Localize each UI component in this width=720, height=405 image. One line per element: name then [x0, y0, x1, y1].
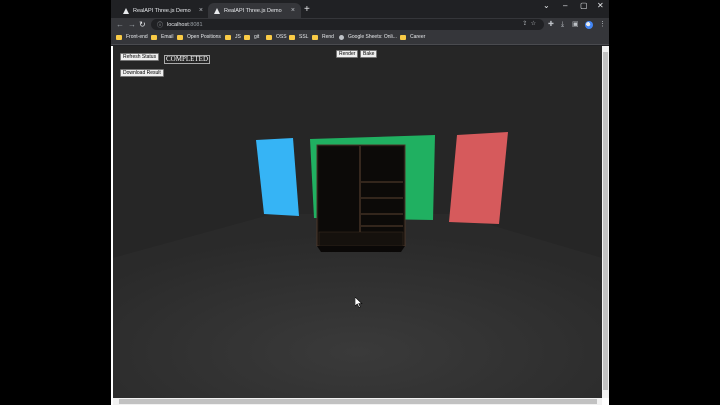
browser-window: RealAPI Three.js Demo × RealAPI Three.js…: [111, 0, 609, 405]
reload-icon[interactable]: ↻: [139, 19, 146, 31]
extensions-icon[interactable]: ✚: [548, 19, 554, 31]
menu-kebab-icon[interactable]: ⋮: [599, 19, 606, 31]
close-tab-icon[interactable]: ×: [291, 7, 295, 14]
folder-icon: [266, 34, 272, 40]
page-viewport: Refresh Status COMPLETED Download Result…: [111, 46, 609, 405]
threejs-favicon-icon: [214, 7, 220, 14]
folder-icon: [116, 34, 122, 40]
status-value: COMPLETED: [164, 55, 210, 64]
bookmark-item[interactable]: Front-end: [116, 34, 148, 40]
tab-search-chevron-icon[interactable]: ⌄: [543, 1, 550, 11]
new-tab-icon[interactable]: +: [304, 3, 310, 17]
bookmark-label: JS: [235, 34, 241, 40]
bookmark-item[interactable]: Email: [151, 34, 174, 40]
close-tab-icon[interactable]: ×: [199, 7, 203, 14]
browser-tab[interactable]: RealAPI Three.js Demo ×: [117, 3, 209, 18]
bookmark-item[interactable]: git: [244, 34, 259, 40]
bookmark-label: Career: [410, 34, 426, 40]
scrollbar-thumb[interactable]: [603, 52, 608, 390]
url-port: :8081: [188, 21, 203, 28]
mouse-pointer-icon: [355, 297, 363, 308]
download-result-button[interactable]: Download Result: [120, 69, 164, 77]
scrollbar-thumb[interactable]: [119, 399, 597, 404]
render-button[interactable]: Render: [336, 50, 359, 58]
folder-icon: [225, 34, 231, 40]
bookmarks-bar: Front-end Email Open Positions JS git OS…: [111, 32, 609, 45]
share-icon[interactable]: ⇪: [522, 21, 527, 27]
wardrobe-model: [316, 144, 406, 252]
google-sheets-icon: [339, 34, 344, 40]
bookmark-item[interactable]: Career: [400, 34, 425, 40]
bookmark-label: SSL: [299, 34, 309, 40]
tab-title: RealAPI Three.js Demo: [224, 7, 282, 14]
folder-icon: [400, 34, 406, 40]
folder-icon: [244, 34, 250, 40]
minimize-icon[interactable]: –: [563, 1, 567, 11]
bookmark-label: Front-end: [126, 34, 148, 40]
tab-strip: RealAPI Three.js Demo × RealAPI Three.js…: [111, 0, 609, 18]
address-bar[interactable]: ⓘ localhost:8081 ⇪ ☆: [151, 19, 544, 30]
close-window-icon[interactable]: ✕: [597, 1, 604, 11]
maximize-icon[interactable]: ▢: [580, 1, 588, 11]
bookmark-item[interactable]: Open Positions: [177, 34, 221, 40]
browser-tab-active[interactable]: RealAPI Three.js Demo ×: [208, 3, 301, 18]
bookmark-item[interactable]: JS: [225, 34, 241, 40]
bookmark-label: Google Sheets: Onli...: [348, 34, 397, 40]
horizontal-scrollbar[interactable]: [113, 398, 602, 405]
folder-icon: [151, 34, 157, 40]
bookmark-label: Email: [161, 34, 174, 40]
bookmark-item[interactable]: Rend: [312, 34, 334, 40]
bookmark-label: git: [254, 34, 260, 40]
folder-icon: [289, 34, 295, 40]
bookmark-label: Open Positions: [187, 34, 221, 40]
bookmark-item[interactable]: Google Sheets: Onli...: [339, 34, 397, 40]
vertical-scrollbar[interactable]: [602, 46, 609, 398]
bookmark-label: OSS: [276, 34, 287, 40]
refresh-status-button[interactable]: Refresh Status: [120, 53, 160, 61]
download-icon[interactable]: ⤓: [561, 19, 564, 31]
forward-icon[interactable]: →: [128, 19, 136, 31]
url-host: localhost: [167, 21, 189, 28]
bookmark-item[interactable]: SSL: [289, 34, 308, 40]
red-panel: [449, 132, 508, 224]
folder-icon: [312, 34, 318, 40]
threejs-favicon-icon: [123, 7, 129, 14]
browser-toolbar: ← → ↻ ⓘ localhost:8081 ⇪ ☆ ✚ ⤓ ▣ ⋮: [111, 18, 609, 32]
omnibox-actions: ⇪ ☆: [522, 19, 536, 30]
threejs-canvas[interactable]: Refresh Status COMPLETED Download Result…: [113, 46, 602, 398]
profile-avatar[interactable]: [585, 21, 593, 29]
bookmark-label: Rend: [322, 34, 334, 40]
bake-button[interactable]: Bake: [360, 50, 378, 58]
tab-title: RealAPI Three.js Demo: [133, 7, 191, 14]
site-info-icon[interactable]: ⓘ: [157, 20, 163, 29]
scene-render: [113, 46, 602, 398]
folder-icon: [177, 34, 183, 40]
back-icon[interactable]: ←: [116, 19, 124, 31]
side-panel-icon[interactable]: ▣: [572, 19, 579, 31]
bookmark-star-icon[interactable]: ☆: [531, 21, 536, 27]
bookmark-item[interactable]: OSS: [266, 34, 287, 40]
